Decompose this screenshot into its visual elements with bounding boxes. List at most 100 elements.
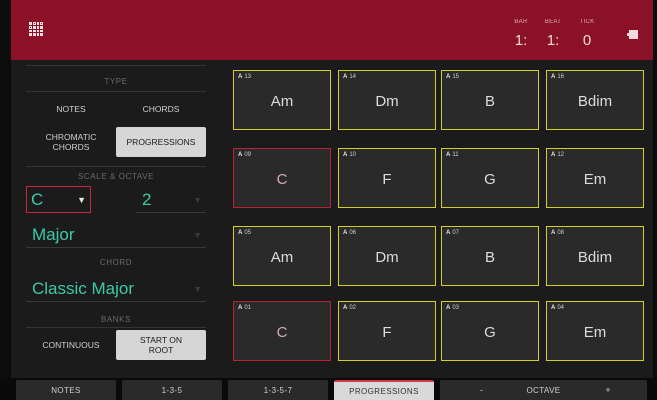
octave-value: 2 xyxy=(142,189,152,209)
pad-bank: A xyxy=(446,305,451,311)
pad[interactable]: A 11 G xyxy=(441,148,539,208)
pad-index: 09 xyxy=(244,152,252,158)
pad-index: 14 xyxy=(349,74,357,80)
pad-index: 06 xyxy=(349,230,357,236)
underline xyxy=(26,247,206,248)
settings-panel: TYPE NOTES CHORDS CHROMATIC CHORDS PROGR… xyxy=(26,60,210,365)
pad-index: 08 xyxy=(557,230,565,236)
pad-chord-label: Bdim xyxy=(577,249,613,266)
octave-plus-button[interactable]: + xyxy=(605,385,611,395)
pad-bank: A xyxy=(238,305,243,311)
scale-dropdown[interactable]: Major ▼ xyxy=(26,221,206,248)
pad-number: A 04 xyxy=(551,305,564,311)
type-chords-option[interactable]: CHORDS xyxy=(116,101,206,117)
beat-value: 1: xyxy=(546,32,560,49)
banks-heading: BANKS xyxy=(100,315,132,324)
pad-root[interactable]: A 09 C xyxy=(233,148,331,208)
chevron-down-icon: ▼ xyxy=(193,194,202,205)
bar-label: BAR xyxy=(514,19,528,25)
pad-chord-label: F xyxy=(382,171,392,188)
underline xyxy=(26,301,206,302)
octave-label: OCTAVE xyxy=(526,385,561,395)
pad[interactable]: A 02 F xyxy=(338,301,436,361)
pad-bank: A xyxy=(238,230,243,236)
pad-index: 02 xyxy=(349,305,357,311)
pad-bank: A xyxy=(238,152,243,158)
pad-bank: A xyxy=(446,152,451,158)
pad[interactable]: A 15 B xyxy=(441,70,539,130)
pad-number: A 10 xyxy=(343,152,356,158)
bar-value: 1: xyxy=(514,32,528,49)
divider xyxy=(26,327,206,328)
pad-bank: A xyxy=(551,230,556,236)
pad[interactable]: A 05 Am xyxy=(233,226,331,286)
banks-start-on-root-option[interactable]: START ON ROOT xyxy=(116,330,206,360)
pad-number: A 11 xyxy=(446,152,459,158)
type-progressions-option[interactable]: PROGRESSIONS xyxy=(116,127,206,157)
pad-chord-label: G xyxy=(484,171,496,188)
scale-value: Major xyxy=(32,224,75,244)
underline xyxy=(136,212,206,213)
divider xyxy=(26,91,206,92)
bottom-toolbar: NOTES 1-3-5 1-3-5-7 PROGRESSIONS - OCTAV… xyxy=(0,378,657,400)
octave-control[interactable]: - OCTAVE + xyxy=(440,380,647,400)
pad-chord-label: Bdim xyxy=(577,93,613,110)
type-chromatic-chords-option[interactable]: CHROMATIC CHORDS xyxy=(26,127,116,157)
type-notes-option[interactable]: NOTES xyxy=(26,101,116,117)
pad-index: 11 xyxy=(452,152,459,158)
key-dropdown[interactable]: C ▼ xyxy=(26,186,91,213)
start-on-root-line1: START ON xyxy=(139,335,183,345)
pad[interactable]: A 03 G xyxy=(441,301,539,361)
octave-dropdown[interactable]: 2 ▼ xyxy=(136,186,206,213)
pad-number: A 14 xyxy=(343,74,356,80)
pad-number: A 15 xyxy=(446,74,459,80)
pad-number: A 09 xyxy=(238,152,251,158)
pad[interactable]: A 13 Am xyxy=(233,70,331,130)
pad[interactable]: A 12 Em xyxy=(546,148,644,208)
pad-index: 07 xyxy=(452,230,460,236)
tab-1-3-5-7[interactable]: 1-3-5-7 xyxy=(228,380,328,400)
tick-label: TICK xyxy=(579,19,595,25)
pad-bank: A xyxy=(343,305,348,311)
pad-root[interactable]: A 01 C xyxy=(233,301,331,361)
pad-index: 12 xyxy=(557,152,565,158)
grid-menu-icon[interactable] xyxy=(29,22,43,36)
banks-continuous-option[interactable]: CONTINUOUS xyxy=(26,330,116,360)
pad-number: A 05 xyxy=(238,230,251,236)
chord-heading: CHORD xyxy=(99,258,133,267)
chord-value: Classic Major xyxy=(32,278,135,298)
pad[interactable]: A 04 Em xyxy=(546,301,644,361)
pad[interactable]: A 06 Dm xyxy=(338,226,436,286)
key-value: C xyxy=(31,189,44,209)
chevron-down-icon: ▼ xyxy=(77,194,86,205)
pad[interactable]: A 08 Bdim xyxy=(546,226,644,286)
octave-minus-button[interactable]: - xyxy=(480,385,483,395)
pad[interactable]: A 07 B xyxy=(441,226,539,286)
pad-bank: A xyxy=(551,305,556,311)
pad-index: 01 xyxy=(244,305,252,311)
pad-chord-label: Am xyxy=(270,249,294,266)
pad-chord-label: C xyxy=(276,171,288,188)
pad-bank: A xyxy=(343,152,348,158)
pad-bank: A xyxy=(446,230,451,236)
pad-chord-label: B xyxy=(484,249,495,266)
pad-index: 16 xyxy=(557,74,565,80)
pad[interactable]: A 16 Bdim xyxy=(546,70,644,130)
pad[interactable]: A 14 Dm xyxy=(338,70,436,130)
right-edge-strip xyxy=(653,0,657,400)
pad-chord-label: C xyxy=(276,324,288,341)
pad[interactable]: A 10 F xyxy=(338,148,436,208)
pad-number: A 13 xyxy=(238,74,251,80)
chevron-down-icon: ▼ xyxy=(193,283,202,294)
pad-bank: A xyxy=(551,152,556,158)
pad-index: 04 xyxy=(557,305,565,311)
divider xyxy=(26,166,206,167)
tab-notes[interactable]: NOTES xyxy=(16,380,116,400)
chevron-down-icon: ▼ xyxy=(193,229,202,240)
pad-chord-label: Dm xyxy=(375,93,399,110)
chord-dropdown[interactable]: Classic Major ▼ xyxy=(26,275,206,302)
pad-number: A 12 xyxy=(551,152,564,158)
tab-progressions[interactable]: PROGRESSIONS xyxy=(334,380,434,400)
pad-index: 10 xyxy=(349,152,357,158)
tab-1-3-5[interactable]: 1-3-5 xyxy=(122,380,222,400)
